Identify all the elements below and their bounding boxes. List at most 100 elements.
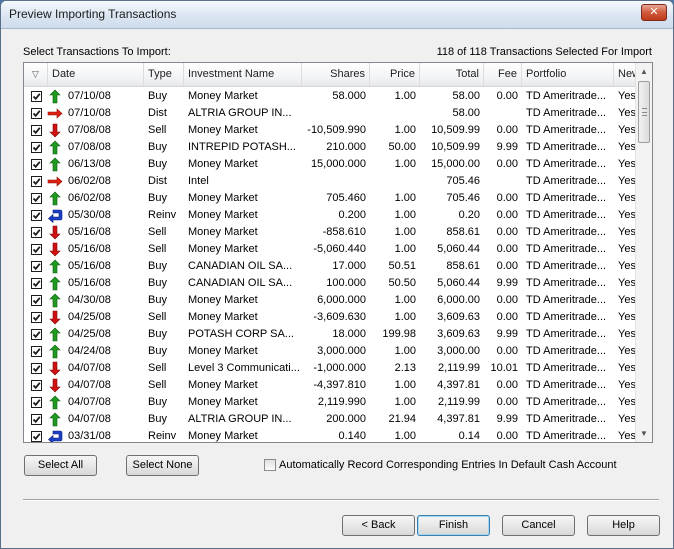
cell-fee	[484, 173, 522, 190]
cell-total: 705.46	[446, 175, 480, 187]
row-select-checkbox[interactable]	[31, 244, 42, 255]
cell-portfolio: TD Ameritrade...	[526, 141, 607, 153]
select-none-button[interactable]: Select None	[126, 455, 199, 476]
column-header-date[interactable]: Date	[48, 63, 144, 86]
row-select-checkbox[interactable]	[31, 414, 42, 425]
table-row[interactable]: 06/02/08 Dist Intel 705.46 TD Ameritrade... Y…	[24, 173, 648, 190]
table-row[interactable]: 07/08/08 Buy INTREPID POTASH... 210.000 50.0…	[24, 139, 648, 156]
cell-date: 04/07/08	[68, 413, 111, 425]
table-row[interactable]: 05/30/08 Reinv Money Market 0.200 1.00 0.20 0.…	[24, 207, 648, 224]
cell-fee: 10.01	[490, 362, 518, 374]
cell-portfolio: TD Ameritrade...	[526, 107, 607, 119]
table-row[interactable]: 07/10/08 Buy Money Market 58.000 1.00 58.00 0.…	[24, 88, 648, 105]
row-select-checkbox[interactable]	[31, 193, 42, 204]
row-select-checkbox[interactable]	[31, 431, 42, 442]
cell-investment-name: Money Market	[188, 379, 258, 391]
column-header-fee[interactable]: Fee	[484, 63, 522, 86]
column-header-portfolio[interactable]: Portfolio	[522, 63, 614, 86]
row-select-checkbox[interactable]	[31, 125, 42, 136]
table-row[interactable]: 06/13/08 Buy Money Market 15,000.000 1.00 15,…	[24, 156, 648, 173]
cancel-button[interactable]: Cancel	[502, 515, 575, 536]
row-select-checkbox[interactable]	[31, 108, 42, 119]
table-row[interactable]: 04/07/08 Sell Money Market -4,397.810 1.00 4,…	[24, 377, 648, 394]
scroll-down-arrow-icon[interactable]: ▼	[636, 425, 652, 442]
cell-fee: 0.00	[496, 311, 518, 323]
cell-price: 1.00	[394, 243, 416, 255]
cell-fee: 0.00	[496, 243, 518, 255]
close-button[interactable]: ✕	[641, 4, 667, 21]
table-row[interactable]: 04/07/08 Buy ALTRIA GROUP IN... 200.000 21.9…	[24, 411, 648, 428]
column-header-total[interactable]: Total	[420, 63, 484, 86]
back-button[interactable]: < Back	[342, 515, 415, 536]
row-select-checkbox[interactable]	[31, 210, 42, 221]
table-row[interactable]: 05/16/08 Sell Money Market -5,060.440 1.00 5,…	[24, 241, 648, 258]
table-row[interactable]: 04/24/08 Buy Money Market 3,000.000 1.00 3,00…	[24, 343, 648, 360]
buy-up-arrow-icon	[47, 344, 63, 359]
buy-up-arrow-icon	[47, 157, 63, 172]
row-select-checkbox[interactable]	[31, 380, 42, 391]
table-row[interactable]: 07/08/08 Sell Money Market -10,509.990 1.00 1…	[24, 122, 648, 139]
transactions-list[interactable]: ▽ Date Type Investment Name Shares Price…	[23, 62, 653, 443]
table-row[interactable]: 05/16/08 Buy CANADIAN OIL SA... 100.000 50.5…	[24, 275, 648, 292]
row-select-checkbox[interactable]	[31, 159, 42, 170]
cell-shares: -4,397.810	[313, 379, 366, 391]
row-select-checkbox[interactable]	[31, 142, 42, 153]
table-row[interactable]: 03/31/08 Reinv Money Market 0.140 1.00 0.14 0.…	[24, 428, 648, 442]
sort-toggle-header[interactable]: ▽	[24, 63, 48, 86]
table-row[interactable]: 04/30/08 Buy Money Market 6,000.000 1.00 6,00…	[24, 292, 648, 309]
vertical-scrollbar[interactable]: ▲ ▼	[635, 63, 652, 442]
title-bar: Preview Importing Transactions ✕	[1, 1, 673, 29]
buy-up-arrow-icon	[47, 259, 63, 274]
row-select-checkbox[interactable]	[31, 295, 42, 306]
row-select-checkbox[interactable]	[31, 261, 42, 272]
scrollbar-thumb[interactable]	[638, 81, 650, 143]
help-button[interactable]: Help	[587, 515, 660, 536]
row-select-checkbox[interactable]	[31, 91, 42, 102]
cell-date: 05/30/08	[68, 209, 111, 221]
cell-portfolio: TD Ameritrade...	[526, 90, 607, 102]
row-select-checkbox[interactable]	[31, 176, 42, 187]
row-select-checkbox[interactable]	[31, 346, 42, 357]
cell-date: 04/07/08	[68, 396, 111, 408]
table-row[interactable]: 04/25/08 Buy POTASH CORP SA... 18.000 199.98…	[24, 326, 648, 343]
cell-fee: 0.00	[496, 260, 518, 272]
cell-shares: 0.140	[338, 430, 366, 442]
row-select-checkbox[interactable]	[31, 278, 42, 289]
table-row[interactable]: 04/07/08 Buy Money Market 2,119.990 1.00 2,11…	[24, 394, 648, 411]
cell-investment-name: Money Market	[188, 345, 258, 357]
cell-shares: 100.000	[326, 277, 366, 289]
column-header-shares[interactable]: Shares	[302, 63, 370, 86]
row-select-checkbox[interactable]	[31, 363, 42, 374]
select-all-button[interactable]: Select All	[24, 455, 97, 476]
column-header-new[interactable]: New...	[614, 63, 636, 86]
cell-total: 10,509.99	[431, 124, 480, 136]
row-select-checkbox[interactable]	[31, 312, 42, 323]
cell-price: 199.98	[382, 328, 416, 340]
column-header-price[interactable]: Price	[370, 63, 420, 86]
row-select-checkbox[interactable]	[31, 397, 42, 408]
column-header-type[interactable]: Type	[144, 63, 184, 86]
cell-portfolio: TD Ameritrade...	[526, 192, 607, 204]
auto-record-checkbox[interactable]	[264, 459, 276, 471]
auto-record-label: Automatically Record Corresponding Entri…	[279, 459, 617, 471]
cell-date: 04/24/08	[68, 345, 111, 357]
table-row[interactable]: 05/16/08 Buy CANADIAN OIL SA... 17.000 50.51…	[24, 258, 648, 275]
cell-price: 1.00	[394, 379, 416, 391]
cell-fee: 0.00	[496, 345, 518, 357]
row-select-checkbox[interactable]	[31, 227, 42, 238]
cell-type: Sell	[148, 311, 167, 323]
finish-button[interactable]: Finish	[417, 515, 490, 536]
cell-investment-name: CANADIAN OIL SA...	[188, 277, 293, 289]
cell-shares: -5,060.440	[313, 243, 366, 255]
table-row[interactable]: 04/25/08 Sell Money Market -3,609.630 1.00 3,…	[24, 309, 648, 326]
column-header-investment-name[interactable]: Investment Name	[184, 63, 302, 86]
scroll-up-arrow-icon[interactable]: ▲	[636, 63, 652, 80]
row-select-checkbox[interactable]	[31, 329, 42, 340]
buy-up-arrow-icon	[47, 140, 63, 155]
table-row[interactable]: 04/07/08 Sell Level 3 Communicati... -1,000…	[24, 360, 648, 377]
cell-fee: 0.00	[496, 124, 518, 136]
table-row[interactable]: 07/10/08 Dist ALTRIA GROUP IN... 58.00 TD Am…	[24, 105, 648, 122]
cell-fee: 0.00	[496, 396, 518, 408]
table-row[interactable]: 06/02/08 Buy Money Market 705.460 1.00 705.46…	[24, 190, 648, 207]
table-row[interactable]: 05/16/08 Sell Money Market -858.610 1.00 858.…	[24, 224, 648, 241]
